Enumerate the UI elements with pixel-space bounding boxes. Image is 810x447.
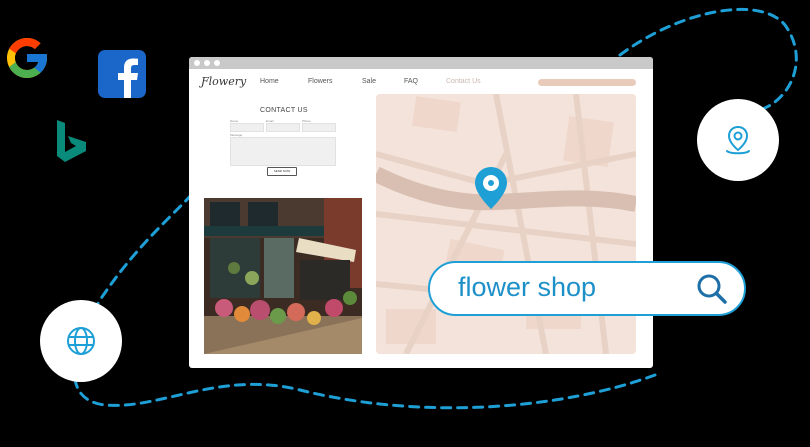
bing-logo [57, 120, 86, 162]
email-field[interactable] [266, 123, 300, 132]
location-pin-icon [726, 125, 750, 155]
search-icon[interactable] [696, 273, 728, 305]
search-input[interactable]: flower shop [458, 272, 596, 303]
site-navbar: Ƒlowery Home Flowers Sale FAQ Contact Us [189, 69, 653, 95]
message-field[interactable] [230, 137, 336, 166]
browser-window: Ƒlowery Home Flowers Sale FAQ Contact Us… [189, 57, 653, 368]
nav-link-faq[interactable]: FAQ [404, 78, 418, 85]
contact-title: CONTACT US [260, 107, 308, 114]
location-badge [697, 99, 779, 181]
window-dot[interactable] [204, 60, 210, 66]
nav-link-contact[interactable]: Contact Us [446, 78, 481, 85]
google-logo [7, 38, 47, 78]
globe-badge [40, 300, 122, 382]
nav-link-home[interactable]: Home [260, 78, 279, 85]
name-field[interactable] [230, 123, 264, 132]
search-bar[interactable]: flower shop [428, 261, 746, 316]
send-button[interactable]: SEND NOW [267, 167, 297, 176]
window-dot[interactable] [214, 60, 220, 66]
navbar-pill[interactable] [538, 79, 636, 86]
facebook-logo [98, 50, 146, 98]
globe-icon [67, 327, 95, 355]
window-titlebar [189, 57, 653, 69]
nav-link-flowers[interactable]: Flowers [308, 78, 333, 85]
flower-shop-photo [204, 198, 362, 354]
site-brand[interactable]: Ƒlowery [201, 75, 246, 88]
nav-link-sale[interactable]: Sale [362, 78, 376, 85]
phone-field[interactable] [302, 123, 336, 132]
window-dot[interactable] [194, 60, 200, 66]
